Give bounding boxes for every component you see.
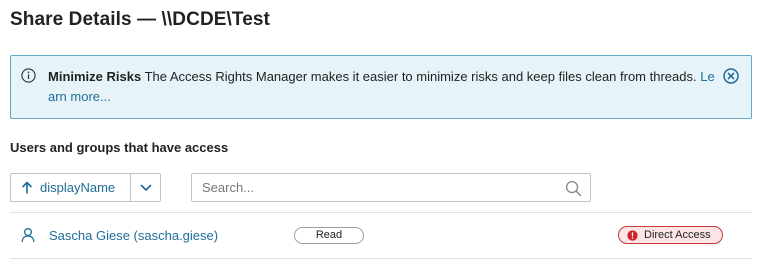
sort-field-label: displayName: [40, 180, 116, 195]
list-divider-bottom: [10, 258, 752, 259]
section-title: Users and groups that have access: [10, 140, 229, 155]
access-type-label: Direct Access: [644, 229, 711, 241]
close-icon[interactable]: [723, 68, 739, 84]
search-input[interactable]: [192, 174, 590, 201]
user-name-link[interactable]: Sascha Giese (sascha.giese): [49, 228, 218, 243]
sort-control: displayName: [10, 173, 161, 202]
table-row[interactable]: Sascha Giese (sascha.giese) Read Direct …: [10, 213, 752, 258]
info-icon: [21, 68, 36, 83]
search-icon[interactable]: [565, 180, 582, 197]
status-badge: Direct Access: [618, 226, 723, 244]
permission-badge: Read: [294, 227, 364, 244]
user-icon: [21, 227, 35, 243]
banner-title: Minimize Risks: [48, 69, 142, 84]
banner-text: The Access Rights Manager makes it easie…: [144, 69, 697, 84]
alert-icon: [627, 229, 638, 241]
page-title: Share Details — \\DCDE\Test: [10, 9, 270, 30]
sort-dropdown-button[interactable]: [131, 174, 160, 201]
info-banner: Minimize Risks The Access Rights Manager…: [10, 55, 752, 119]
search-box: [191, 173, 591, 202]
banner-message: Minimize Risks The Access Rights Manager…: [48, 67, 720, 107]
arrow-up-icon: [22, 181, 32, 194]
chevron-down-icon: [140, 184, 151, 191]
sort-field-button[interactable]: displayName: [11, 174, 131, 201]
